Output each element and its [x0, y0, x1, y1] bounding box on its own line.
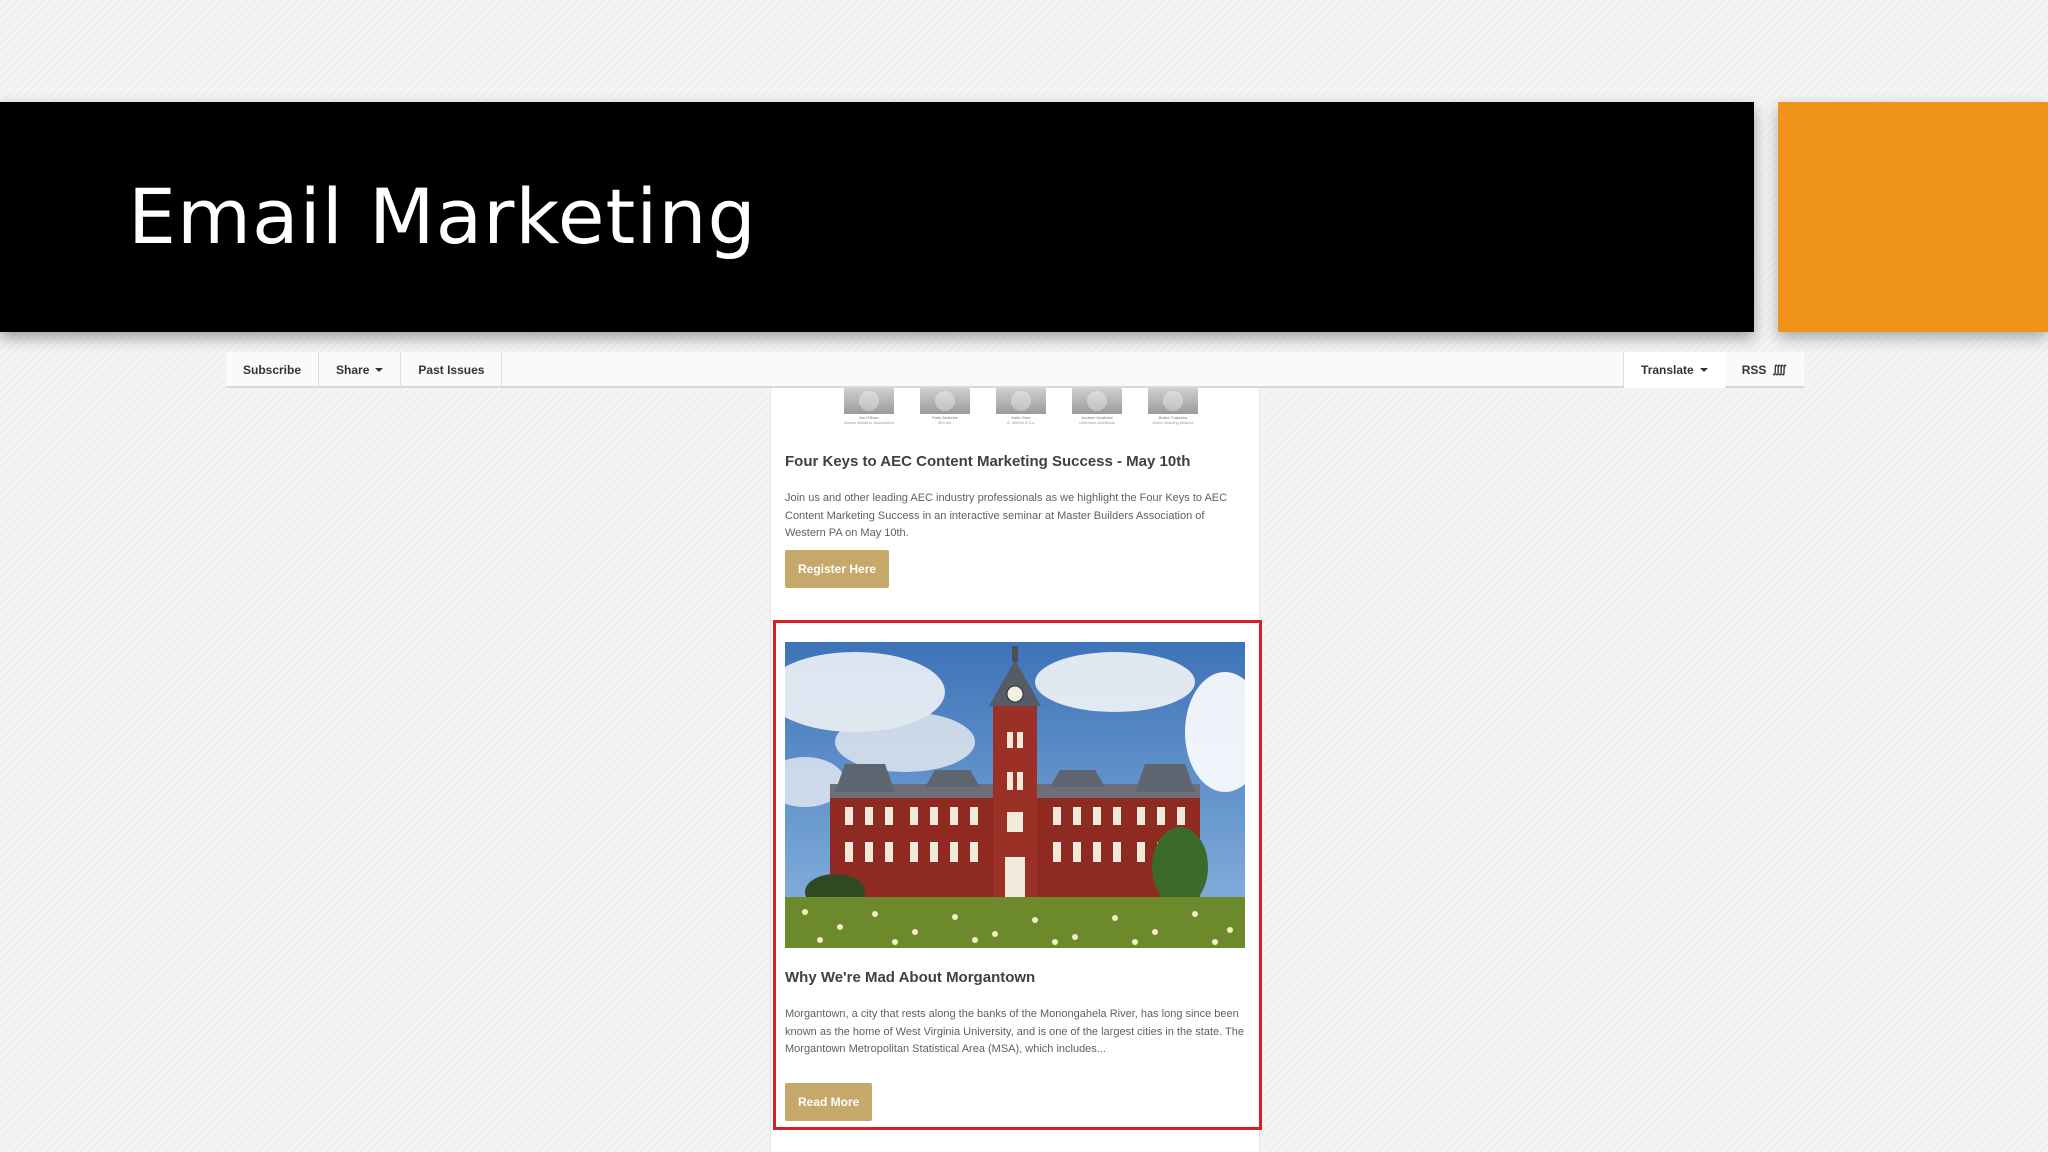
article-heading: Why We're Mad About Morgantown: [785, 969, 1036, 986]
woodburn-hall-illustration: [785, 642, 1245, 948]
read-more-button[interactable]: Read More: [785, 1083, 873, 1121]
speaker-org: Desmone Architects: [1079, 420, 1115, 425]
speaker-card: Patty Sedlmire IKM Inc.: [912, 388, 978, 432]
speaker-card: Brahé Colassira Green Building Alliance: [1140, 388, 1206, 432]
caret-down-icon: [375, 368, 384, 372]
share-dropdown[interactable]: Share: [319, 352, 402, 388]
speaker-org: IKM Inc.: [937, 420, 953, 425]
speaker-org: A. Martini & Co.: [1006, 420, 1035, 425]
speaker-org: Master Builders' Association: [844, 420, 894, 425]
morgantown-building-photo: [785, 642, 1245, 948]
speaker-card: Jon O'Brien Master Builders' Association: [836, 388, 902, 432]
translate-label: Translate: [1641, 363, 1694, 377]
article-body: Join us and other leading AEC industry p…: [785, 492, 1228, 539]
rss-icon: ⨌: [1772, 364, 1787, 376]
speaker-photo: [1072, 388, 1122, 414]
speaker-card: Katie Gore A. Martini & Co.: [988, 388, 1054, 432]
speaker-photo: [996, 388, 1046, 414]
past-issues-link[interactable]: Past Issues: [401, 352, 503, 388]
translate-dropdown[interactable]: Translate: [1623, 352, 1725, 388]
speaker-photo: [844, 388, 894, 414]
toolbar-left-group: Subscribe Share Past Issues: [226, 352, 503, 388]
share-label: Share: [336, 363, 370, 377]
past-issues-label: Past Issues: [418, 363, 485, 377]
subscribe-link[interactable]: Subscribe: [226, 352, 320, 388]
rss-link[interactable]: RSS ⨌: [1725, 352, 1804, 388]
archive-toolbar: Subscribe Share Past Issues Translate RS…: [226, 352, 1804, 388]
subscribe-label: Subscribe: [243, 363, 302, 377]
speaker-org: Green Building Alliance: [1152, 420, 1194, 425]
speaker-photo: [920, 388, 970, 414]
speaker-photo-row: Jon O'Brien Master Builders' Association…: [836, 388, 1206, 432]
register-here-button[interactable]: Register Here: [785, 550, 890, 588]
title-band: Email Marketing: [0, 102, 1754, 332]
slide-title: Email Marketing: [128, 172, 757, 261]
caret-down-icon: [1699, 368, 1708, 372]
speaker-photo: [1148, 388, 1198, 414]
speaker-card: Andrew Opaliński Desmone Architects: [1064, 388, 1130, 432]
toolbar-right-group: Translate RSS ⨌: [1623, 352, 1804, 388]
rss-label: RSS: [1741, 363, 1767, 377]
article-heading: Four Keys to AEC Content Marketing Succe…: [785, 453, 1191, 470]
article-body: Morgantown, a city that rests along the …: [785, 1008, 1244, 1055]
orange-accent-block: [1778, 102, 2048, 332]
